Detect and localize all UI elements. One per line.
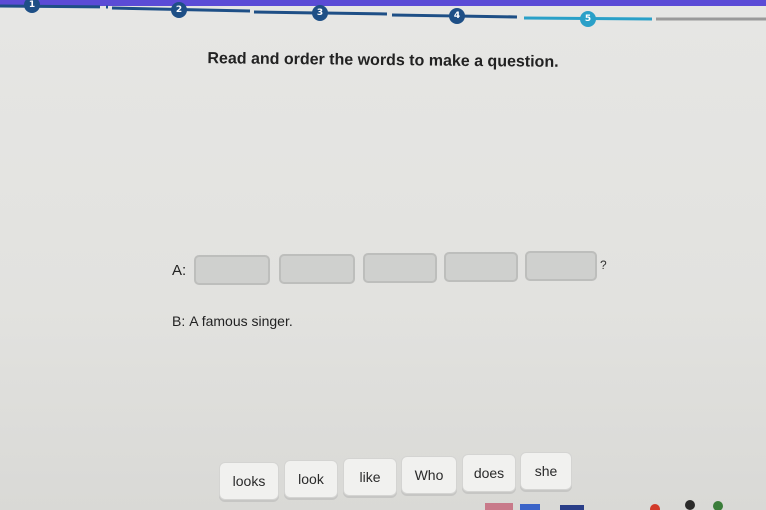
taskbar-edge xyxy=(485,500,723,510)
taskbar-app-icon[interactable] xyxy=(485,503,513,510)
progress-step-2[interactable]: 2 xyxy=(171,2,187,18)
answer-slot-2[interactable] xyxy=(279,254,355,284)
taskbar-app-icon[interactable] xyxy=(520,504,540,510)
progress-bar: 1 2 3 4 5 xyxy=(0,0,766,30)
answer-slot-3[interactable] xyxy=(363,253,437,283)
speaker-a-label: A: xyxy=(172,262,187,279)
progress-step-4[interactable]: 4 xyxy=(449,8,465,24)
answer-slot-4[interactable] xyxy=(444,252,518,282)
word-tile-she[interactable]: she xyxy=(520,452,572,490)
progress-step-5[interactable]: 5 xyxy=(580,11,596,27)
word-tile-like[interactable]: like xyxy=(343,458,397,496)
speaker-b-line: B: A famous singer. xyxy=(172,313,293,329)
progress-track xyxy=(0,4,766,21)
speaker-b-response: A famous singer. xyxy=(189,313,293,329)
word-tile-does[interactable]: does xyxy=(462,454,516,492)
word-tile-looks[interactable]: looks xyxy=(219,462,279,500)
progress-step-3[interactable]: 3 xyxy=(312,5,328,21)
word-tile-look[interactable]: look xyxy=(284,460,338,498)
taskbar-app-icon[interactable] xyxy=(650,504,660,510)
taskbar-app-icon[interactable] xyxy=(560,505,584,510)
question-mark: ? xyxy=(600,258,607,272)
taskbar-app-icon[interactable] xyxy=(713,501,723,510)
word-tile-who[interactable]: Who xyxy=(401,456,457,494)
speaker-b-label: B: xyxy=(172,313,186,329)
taskbar-app-icon[interactable] xyxy=(685,500,695,510)
answer-slot-1[interactable] xyxy=(194,255,270,285)
answer-slot-5[interactable] xyxy=(525,251,597,281)
instructions-heading: Read and order the words to make a quest… xyxy=(207,50,559,71)
